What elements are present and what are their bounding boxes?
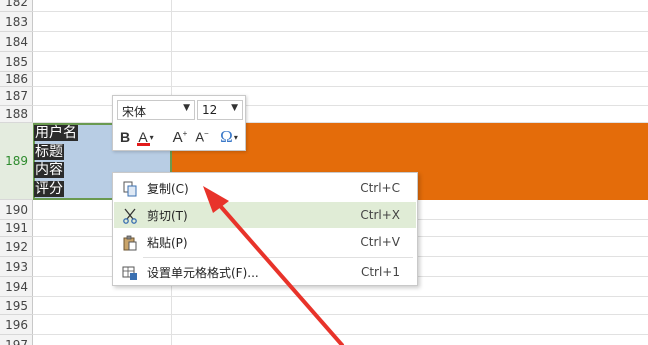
font-color-swatch	[137, 143, 151, 146]
menu-separator	[143, 257, 413, 258]
clipboard-icon	[123, 235, 137, 251]
row-number-190[interactable]: 190	[0, 200, 33, 220]
insert-symbol-button[interactable]: Ω ▾	[215, 126, 243, 148]
grow-font-button[interactable]: A+	[171, 126, 189, 148]
cell-content: 用户名 标题 内容 评分	[34, 124, 94, 198]
menu-item-shortcut: Ctrl+X	[360, 208, 400, 222]
row-number-192[interactable]: 192	[0, 237, 33, 257]
font-name-select[interactable]: 宋体 ▼	[117, 100, 195, 120]
shrink-font-button[interactable]: A−	[193, 126, 211, 148]
row-number-188[interactable]: 188	[0, 106, 33, 123]
grid-row[interactable]	[33, 315, 648, 335]
chevron-down-icon: ▼	[183, 103, 190, 113]
row-number-183[interactable]: 183	[0, 12, 33, 32]
font-color-button[interactable]: A ▾	[135, 126, 157, 148]
grid-row[interactable]	[33, 297, 648, 315]
chevron-down-icon: ▾	[233, 132, 238, 142]
grid-row[interactable]	[33, 335, 648, 345]
menu-item-shortcut: Ctrl+C	[360, 181, 400, 195]
menu-item-label: 复制(C)	[147, 181, 189, 196]
bold-icon: B	[119, 129, 131, 145]
menu-item-copy[interactable]: 复制(C) Ctrl+C	[114, 175, 416, 201]
bold-button[interactable]: B	[118, 126, 132, 148]
font-name-value: 宋体	[122, 105, 147, 119]
cell-text-line: 评分	[34, 180, 64, 197]
menu-item-paste[interactable]: 粘贴(P) Ctrl+V	[114, 229, 416, 255]
menu-item-format-cells[interactable]: 设置单元格格式(F)... Ctrl+1	[114, 259, 416, 285]
grid-row[interactable]	[33, 12, 648, 32]
row-number-182[interactable]: 182	[0, 0, 33, 12]
menu-item-shortcut: Ctrl+V	[360, 235, 400, 249]
cell-text-line: 标题	[34, 143, 64, 160]
grid-row[interactable]	[33, 52, 648, 72]
shrink-font-icon: A−	[195, 129, 209, 145]
row-number-196[interactable]: 196	[0, 315, 33, 335]
chevron-down-icon: ▼	[231, 103, 238, 113]
row-number-186[interactable]: 186	[0, 72, 33, 87]
row-number-187[interactable]: 187	[0, 87, 33, 106]
grid-row[interactable]	[33, 0, 648, 12]
shrink-font-letter: A	[195, 129, 204, 145]
row-number-185[interactable]: 185	[0, 52, 33, 72]
grow-font-icon: A+	[172, 128, 188, 146]
menu-item-label: 粘贴(P)	[147, 235, 188, 250]
row-header-column: 182 183 184 185 186 187 188 189 190 191 …	[0, 0, 33, 345]
row-number-197[interactable]: 197	[0, 335, 33, 345]
menu-item-label: 剪切(T)	[147, 208, 188, 223]
menu-item-shortcut: Ctrl+1	[360, 265, 400, 279]
scissors-icon	[123, 208, 137, 224]
cell-text-line: 用户名	[34, 125, 78, 141]
menu-item-label: 设置单元格格式(F)...	[147, 265, 259, 280]
omega-icon: Ω	[220, 127, 233, 146]
row-number-191[interactable]: 191	[0, 220, 33, 237]
grid-row[interactable]	[33, 32, 648, 52]
font-color-icon: A	[137, 129, 151, 146]
row-number-184[interactable]: 184	[0, 32, 33, 52]
row-number-189[interactable]: 189	[0, 123, 33, 200]
row-number-194[interactable]: 194	[0, 277, 33, 297]
row-number-195[interactable]: 195	[0, 297, 33, 315]
mini-toolbar: 宋体 ▼ 12 ▼ B A ▾ A+ A− Ω ▾	[112, 95, 246, 151]
menu-item-cut[interactable]: 剪切(T) Ctrl+X	[114, 202, 416, 228]
font-size-select[interactable]: 12 ▼	[197, 100, 243, 120]
row-number-193[interactable]: 193	[0, 257, 33, 277]
format-cells-icon	[122, 266, 137, 280]
grow-font-letter: A	[172, 128, 183, 146]
font-size-value: 12	[202, 103, 218, 117]
context-menu: 复制(C) Ctrl+C 剪切(T) Ctrl+X 粘贴(P) Ctrl+V 设…	[112, 172, 418, 286]
chevron-down-icon: ▾	[149, 132, 154, 142]
cell-text-line: 内容	[34, 162, 64, 178]
copy-icon	[123, 181, 137, 197]
grid-row[interactable]	[33, 72, 648, 87]
